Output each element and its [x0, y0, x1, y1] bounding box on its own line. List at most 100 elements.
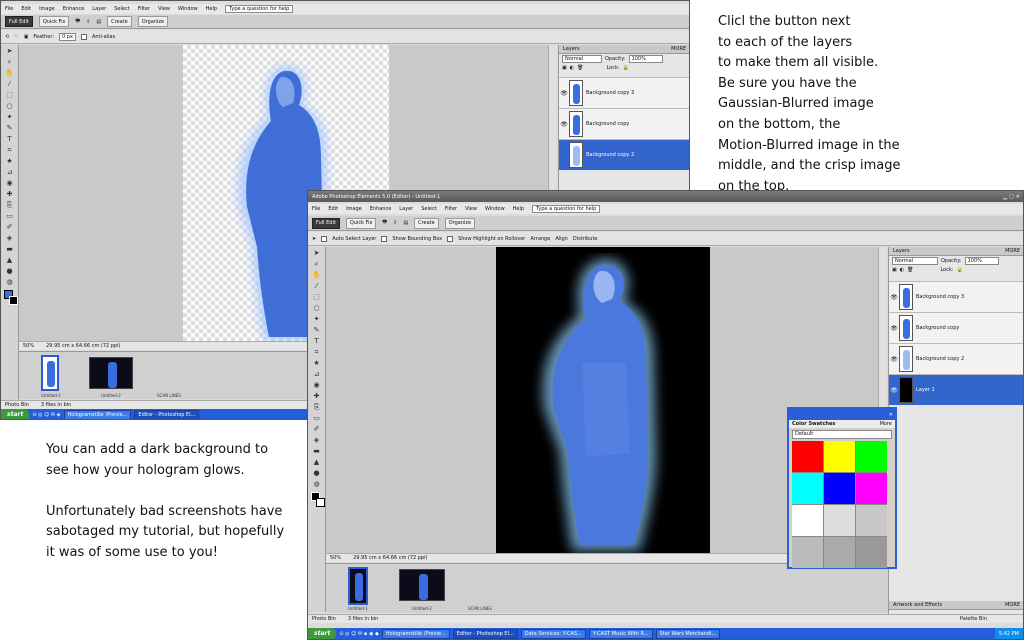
zoom-tool-icon[interactable]: ⌕	[4, 57, 15, 67]
healing-tool-icon[interactable]: ✚	[311, 391, 322, 401]
quick-fix-button[interactable]: Quick Fix	[38, 16, 70, 27]
quick-fix-button[interactable]: Quick Fix	[345, 217, 377, 229]
cookie-cutter-tool-icon[interactable]: ★	[4, 156, 15, 166]
color-swatch[interactable]	[792, 441, 823, 472]
zoom-level[interactable]: 50%	[330, 555, 341, 561]
menu-enhance[interactable]: Enhance	[370, 206, 392, 212]
menu-window[interactable]: Window	[485, 206, 505, 212]
color-swatch[interactable]	[856, 505, 887, 536]
layer-row-selected[interactable]: Background copy 2	[559, 139, 689, 170]
blend-mode-select[interactable]: Normal	[892, 257, 938, 265]
clone-tool-icon[interactable]: ⎘	[311, 402, 322, 412]
shape-tool-icon[interactable]: ▲	[311, 457, 322, 467]
opacity-input[interactable]: 100%	[964, 257, 999, 265]
taskbar-item[interactable]: Data Services: Y-CAS...	[520, 629, 586, 639]
zoom-level[interactable]: 50%	[23, 343, 34, 349]
clone-tool-icon[interactable]: ⎘	[4, 200, 15, 210]
lock-icon[interactable]: 🔒	[957, 267, 963, 273]
new-layer-icon[interactable]: ▣	[562, 65, 567, 71]
color-swatch[interactable]	[824, 473, 855, 504]
menu-filter[interactable]: Filter	[138, 6, 150, 12]
menu-enhance[interactable]: Enhance	[63, 6, 85, 12]
menu-help[interactable]: Help	[513, 206, 524, 212]
healing-tool-icon[interactable]: ✚	[4, 189, 15, 199]
artwork-more-button[interactable]: MORE	[1005, 602, 1020, 608]
paint-bucket-tool-icon[interactable]: ◈	[4, 233, 15, 243]
visibility-eye-icon[interactable]: 👁	[559, 121, 569, 128]
start-button[interactable]: start	[1, 409, 30, 419]
taskbar-item-active[interactable]: Editor - Photoshop El...	[134, 410, 200, 419]
selection-brush-tool-icon[interactable]: ✎	[4, 123, 15, 133]
taskbar-item[interactable]: Hologramstille (Previe...	[63, 410, 132, 419]
full-edit-button[interactable]: Full Edit	[5, 16, 33, 27]
layer-row[interactable]: 👁 Background copy	[889, 312, 1023, 343]
lock-icon[interactable]: 🔒	[623, 65, 629, 71]
layers-more-button[interactable]: MORE	[671, 46, 686, 52]
visibility-eye-icon[interactable]: 👁	[889, 356, 899, 363]
crop-tool-icon[interactable]: ⌗	[4, 145, 15, 155]
sponge-tool-icon[interactable]: ◍	[311, 479, 322, 489]
color-picker[interactable]	[308, 490, 325, 512]
palette-bin-toggle[interactable]: Palette Bin	[960, 616, 987, 622]
minimize-icon[interactable]: ▁	[1003, 194, 1007, 200]
marquee-tool-icon[interactable]: ⬚	[4, 90, 15, 100]
align-menu[interactable]: Align	[555, 236, 568, 242]
help-search-input[interactable]: Type a question for help	[225, 5, 294, 13]
menu-file[interactable]: File	[5, 6, 13, 12]
eyedropper-tool-icon[interactable]: ⁄	[311, 281, 322, 291]
photo-bin-label[interactable]: Photo Bin	[312, 616, 336, 622]
magic-wand-tool-icon[interactable]: ✦	[4, 112, 15, 122]
bin-thumb-1[interactable]	[348, 567, 368, 605]
color-swatch[interactable]	[792, 505, 823, 536]
bin-thumb-2[interactable]	[399, 569, 445, 601]
move-tool-icon[interactable]: ➤	[4, 46, 15, 56]
visibility-eye-icon[interactable]: 👁	[889, 325, 899, 332]
print-icon[interactable]: 🖶	[75, 18, 80, 26]
selection-mode-icon[interactable]: ▣	[24, 34, 29, 40]
auto-select-checkbox[interactable]	[321, 235, 328, 242]
photo-bin-label[interactable]: Photo Bin	[5, 402, 29, 408]
blur-tool-icon[interactable]: ●	[4, 266, 15, 276]
brush-tool-icon[interactable]: ✐	[311, 424, 322, 434]
paint-bucket-tool-icon[interactable]: ◈	[311, 435, 322, 445]
menu-image[interactable]: Image	[346, 206, 362, 212]
distribute-menu[interactable]: Distribute	[573, 236, 598, 242]
share-icon[interactable]: ⇪	[393, 220, 397, 226]
marquee-tool-icon[interactable]: ⬚	[311, 292, 322, 302]
color-swatch[interactable]	[856, 473, 887, 504]
blur-tool-icon[interactable]: ●	[311, 468, 322, 478]
layer-row[interactable]: 👁 Background copy 3	[559, 77, 689, 108]
layers-more-button[interactable]: MORE	[1005, 248, 1020, 254]
taskbar-item[interactable]: Y-CAST Music With R...	[588, 629, 653, 639]
menu-edit[interactable]: Edit	[21, 6, 31, 12]
menu-layer[interactable]: Layer	[92, 6, 106, 12]
layer-row[interactable]: 👁 Background copy	[559, 108, 689, 139]
move-tool-icon[interactable]: ➤	[311, 248, 322, 258]
lasso-variants-icon[interactable]: ♡	[14, 34, 18, 40]
antialias-checkbox[interactable]	[80, 33, 87, 40]
adjustment-layer-icon[interactable]: ◐	[900, 267, 904, 273]
taskbar-item-active[interactable]: Editor - Photoshop El...	[452, 629, 518, 639]
quicklaunch-icons[interactable]: ⊙ ◎ ☺ ✉ ◈	[32, 412, 60, 418]
crop-tool-icon[interactable]: ⌗	[311, 347, 322, 357]
new-layer-icon[interactable]: ▣	[892, 267, 897, 273]
selection-brush-tool-icon[interactable]: ✎	[311, 325, 322, 335]
menu-view[interactable]: View	[158, 6, 170, 12]
background-color[interactable]	[9, 296, 18, 305]
delete-layer-icon[interactable]: 🗑	[907, 267, 913, 273]
background-color[interactable]	[316, 498, 325, 507]
color-swatch[interactable]	[792, 473, 823, 504]
front-document-canvas[interactable]	[496, 247, 710, 553]
menu-layer[interactable]: Layer	[399, 206, 413, 212]
delete-layer-icon[interactable]: 🗑	[577, 65, 583, 71]
layer-row[interactable]: 👁 Background copy 3	[889, 281, 1023, 312]
swatches-close-icon[interactable]: ✕	[889, 412, 893, 418]
swatches-more-button[interactable]: More	[880, 421, 892, 427]
brush-tool-icon[interactable]: ✐	[4, 222, 15, 232]
arrange-menu[interactable]: Arrange	[530, 236, 550, 242]
layer-row-selected[interactable]: 👁 Layer 1	[889, 374, 1023, 405]
menu-edit[interactable]: Edit	[328, 206, 338, 212]
share-icon[interactable]: ⇪	[86, 19, 90, 25]
color-swatch[interactable]	[792, 537, 823, 568]
menu-image[interactable]: Image	[39, 6, 55, 12]
